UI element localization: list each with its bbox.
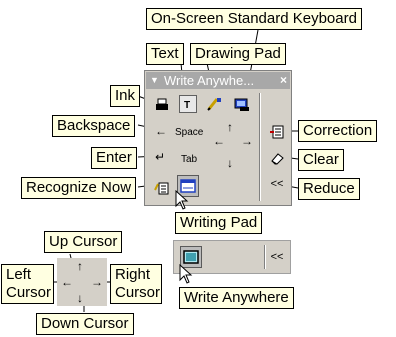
recognize-now-icon [154,182,169,195]
recognize-now-callout: Recognize Now [21,177,137,199]
writing-pad-callout: Writing Pad [175,212,263,234]
cursor-pad: ↑ ← → ↓ [57,258,107,306]
correction-button[interactable] [268,123,286,141]
onscreen-keyboard-callout: On-Screen Standard Keyboard [146,8,362,30]
recognize-now-button[interactable] [153,179,171,197]
keyboard-icon [234,98,249,111]
ink-icon [156,98,168,110]
mouse-pointer-icon [179,264,193,284]
expand-button[interactable]: << [268,248,286,266]
left-cursor-arrow-icon[interactable]: ← [61,276,73,288]
menu-arrow-icon[interactable]: ▼ [150,72,159,89]
reduce-button[interactable]: << [268,175,286,193]
backspace-arrow-icon[interactable]: ← [155,125,167,137]
correction-icon [270,125,284,139]
right-arrow-icon[interactable]: → [241,135,253,147]
enter-arrow-icon[interactable]: ↵ [155,151,165,163]
space-key[interactable]: Space [175,127,203,138]
drawing-pad-callout: Drawing Pad [190,43,286,65]
down-cursor-arrow-icon[interactable]: ↓ [77,292,83,304]
down-arrow-icon[interactable]: ↓ [227,157,233,169]
write-anywhere-callout: Write Anywhere [179,287,294,309]
reduce-callout: Reduce [298,178,360,200]
text-callout: Text [146,43,184,65]
tab-key[interactable]: Tab [181,154,197,165]
right-cursor-callout: Right Cursor [110,264,162,304]
drawing-pad-button[interactable] [205,95,223,113]
enter-callout: Enter [91,147,137,169]
right-cursor-arrow-icon[interactable]: → [91,276,103,288]
left-arrow-icon[interactable]: ← [213,135,225,147]
reduced-toolbar-separator-highlight [265,245,266,269]
correction-callout: Correction [298,120,378,142]
text-button[interactable]: T [179,95,197,113]
text-icon: T [184,100,190,110]
left-cursor-callout: Left Cursor [1,264,54,304]
ink-callout: Ink [110,85,141,107]
backspace-callout: Backspace [52,115,136,137]
drawing-pad-icon [207,98,221,111]
up-cursor-arrow-icon[interactable]: ↑ [77,260,83,272]
close-icon[interactable]: × [280,72,287,89]
toolbar-titlebar[interactable]: ▼ Write Anywhe... × [146,72,290,89]
toolbar-separator-highlight [260,93,261,201]
keyboard-button[interactable] [233,95,251,113]
write-anywhere-icon [183,250,199,264]
down-cursor-callout: Down Cursor [36,313,134,335]
write-anywhere-toolbar: ▼ Write Anywhe... × T ← Space ↑ ← → ↵ Ta… [144,70,292,206]
mouse-pointer-icon [175,190,189,210]
ink-button[interactable] [153,95,171,113]
up-arrow-icon[interactable]: ↑ [227,121,233,133]
toolbar-title: Write Anywhe... [164,73,255,88]
clear-callout: Clear [298,149,344,171]
clear-button[interactable] [268,149,286,167]
up-cursor-callout: Up Cursor [44,231,123,253]
clear-icon [271,153,284,165]
svg-text:T: T [184,100,190,110]
